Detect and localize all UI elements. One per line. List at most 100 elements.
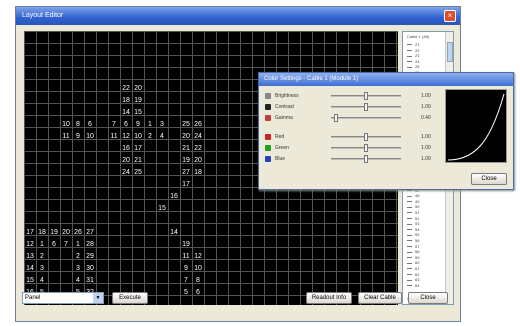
grid-cell[interactable]: 1	[36, 239, 48, 251]
grid-cell[interactable]: 8	[192, 275, 204, 287]
grid-cell[interactable]: 10	[60, 119, 72, 131]
grid-cell[interactable]: 2	[72, 251, 84, 263]
slider-knob[interactable]	[364, 103, 368, 111]
grid-cell[interactable]: 26	[192, 119, 204, 131]
grid-cell[interactable]: 15	[24, 275, 36, 287]
grid-cell[interactable]: 29	[84, 251, 96, 263]
grid-cell[interactable]: 9	[180, 263, 192, 275]
grid-cell[interactable]: 30	[84, 263, 96, 275]
grid-cell[interactable]: 7	[60, 239, 72, 251]
grid-cell[interactable]: 1	[144, 119, 156, 131]
cable-item-label: 23	[415, 53, 420, 59]
grid-cell[interactable]: 3	[72, 263, 84, 275]
grid-cell[interactable]: 6	[48, 239, 60, 251]
scroll-thumb[interactable]	[447, 42, 453, 62]
channel-icon	[265, 156, 271, 162]
grid-cell[interactable]: 11	[60, 131, 72, 143]
close-icon[interactable]: ×	[444, 10, 456, 22]
grid-cell[interactable]: 19	[180, 155, 192, 167]
grid-cell[interactable]: 6	[192, 287, 204, 299]
preset-dropdown[interactable]: Panel ▼	[22, 292, 104, 304]
grid-cell[interactable]: 15	[156, 203, 168, 215]
grid-cell[interactable]: 4	[156, 131, 168, 143]
grid-cell[interactable]: 24	[120, 167, 132, 179]
grid-cell[interactable]: 28	[84, 239, 96, 251]
grid-cell[interactable]: 22	[192, 143, 204, 155]
grid-cell[interactable]: 14	[168, 227, 180, 239]
slider-knob[interactable]	[364, 133, 368, 141]
tick-icon	[407, 240, 412, 242]
grid-cell[interactable]: 12	[120, 131, 132, 143]
grid-cell[interactable]: 5	[180, 287, 192, 299]
slider-row: Green 1.00	[265, 143, 441, 153]
execute-button[interactable]: Execute	[112, 292, 148, 304]
slider-knob[interactable]	[364, 144, 368, 152]
grid-cell[interactable]: 27	[180, 167, 192, 179]
grid-cell[interactable]: 20	[192, 155, 204, 167]
grid-cell[interactable]: 18	[192, 167, 204, 179]
grid-cell[interactable]: 17	[180, 179, 192, 191]
grid-cell[interactable]: 4	[36, 275, 48, 287]
grid-cell[interactable]: 20	[120, 155, 132, 167]
chevron-down-icon[interactable]: ▼	[93, 293, 103, 303]
grid-cell[interactable]: 4	[72, 275, 84, 287]
grid-cell[interactable]: 6	[120, 119, 132, 131]
grid-cell[interactable]: 17	[132, 143, 144, 155]
grid-cell[interactable]: 15	[132, 107, 144, 119]
grid-cell[interactable]: 12	[192, 251, 204, 263]
grid-cell[interactable]: 20	[180, 131, 192, 143]
grid-cell[interactable]: 7	[180, 275, 192, 287]
grid-cell[interactable]: 19	[132, 95, 144, 107]
grid-cell[interactable]: 25	[180, 119, 192, 131]
grid-cell[interactable]: 19	[180, 239, 192, 251]
grid-cell[interactable]: 10	[84, 131, 96, 143]
readout-info-button[interactable]: Readout Info	[306, 292, 352, 304]
grid-cell[interactable]: 11	[180, 251, 192, 263]
grid-cell[interactable]: 11	[108, 131, 120, 143]
slider-row: Gamma 0.40	[265, 113, 441, 123]
grid-cell[interactable]: 20	[60, 227, 72, 239]
grid-cell[interactable]: 26	[72, 227, 84, 239]
grid-cell[interactable]: 24	[192, 131, 204, 143]
grid-cell[interactable]: 13	[24, 251, 36, 263]
slider-row: Contrast 1.00	[265, 102, 441, 112]
slider-knob[interactable]	[364, 155, 368, 163]
clear-cable-button[interactable]: Clear Cable	[358, 292, 402, 304]
grid-cell[interactable]: 9	[72, 131, 84, 143]
tick-icon	[407, 218, 412, 220]
grid-cell[interactable]: 14	[24, 263, 36, 275]
grid-cell[interactable]: 14	[120, 107, 132, 119]
grid-cell[interactable]: 16	[168, 191, 180, 203]
cable-1-label[interactable]: Cable 1 (38)	[407, 34, 447, 40]
grid-cell[interactable]: 9	[132, 119, 144, 131]
grid-cell[interactable]: 27	[84, 227, 96, 239]
grid-cell[interactable]: 3	[156, 119, 168, 131]
slider-knob[interactable]	[334, 114, 339, 122]
grid-cell[interactable]: 19	[48, 227, 60, 239]
grid-cell[interactable]: 2	[36, 251, 48, 263]
dialog-close-button[interactable]: Close	[471, 173, 507, 185]
close-button[interactable]: Close	[408, 292, 448, 304]
grid-cell[interactable]: 25	[132, 167, 144, 179]
grid-cell[interactable]: 6	[84, 119, 96, 131]
grid-cell[interactable]: 17	[24, 227, 36, 239]
grid-cell[interactable]: 18	[36, 227, 48, 239]
grid-cell[interactable]: 20	[132, 83, 144, 95]
grid-cell[interactable]: 7	[108, 119, 120, 131]
grid-cell[interactable]: 8	[72, 119, 84, 131]
grid-cell[interactable]: 22	[120, 83, 132, 95]
grid-cell[interactable]: 12	[24, 239, 36, 251]
slider-track[interactable]	[331, 117, 401, 119]
grid-cell[interactable]: 2	[144, 131, 156, 143]
grid-cell[interactable]: 10	[192, 263, 204, 275]
grid-cell[interactable]: 16	[120, 143, 132, 155]
slider-knob[interactable]	[364, 92, 368, 100]
grid-cell[interactable]: 21	[132, 155, 144, 167]
grid-cell[interactable]: 31	[84, 275, 96, 287]
cable-list-item[interactable]: 64	[407, 283, 447, 289]
grid-cell[interactable]: 10	[132, 131, 144, 143]
grid-cell[interactable]: 3	[36, 263, 48, 275]
grid-cell[interactable]: 1	[72, 239, 84, 251]
grid-cell[interactable]: 18	[120, 95, 132, 107]
grid-cell[interactable]: 21	[180, 143, 192, 155]
